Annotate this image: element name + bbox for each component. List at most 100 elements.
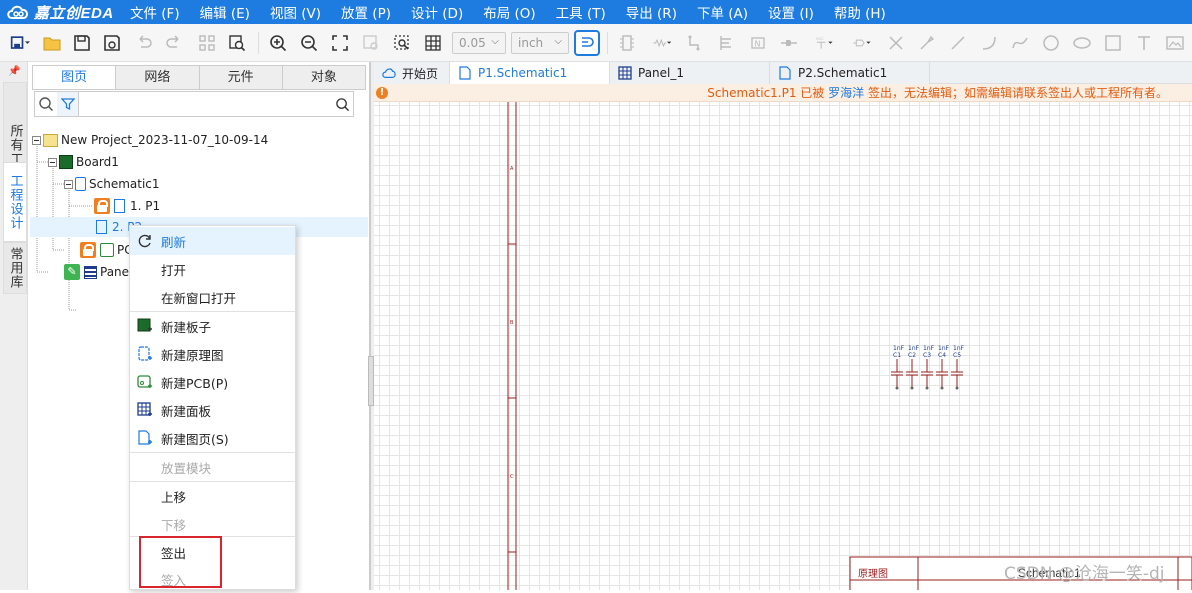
search-submit-icon[interactable] [331,97,353,112]
zoom-in-icon[interactable] [266,31,290,55]
menu-edit[interactable]: 编辑 (E) [200,2,250,22]
tab-common-library[interactable]: 常用库 [3,242,27,294]
circle-icon[interactable] [1039,31,1063,55]
tree-item-project[interactable]: New Project_2023-11-07_10-09-14 [32,129,268,151]
tree-item-board[interactable]: Board1 [48,151,119,173]
tab-nets[interactable]: 网络 [116,66,200,89]
net-flag-dropdown-icon[interactable] [846,31,878,55]
menu-tools[interactable]: 工具 (T) [556,2,606,22]
snap-toggle-icon[interactable] [574,30,600,56]
grid-size-select[interactable]: 0.05 ⌵ [452,32,506,54]
grid-icon[interactable] [421,31,445,55]
pin-icon[interactable]: 📌 [8,66,20,77]
menu-open-new-window[interactable]: 在新窗口打开 [130,283,295,311]
page-1-name: 1. P1 [130,199,161,213]
app-logo: 嘉立创EDA [0,0,122,24]
open-folder-icon[interactable] [40,31,64,55]
menu-layout[interactable]: 布局 (O) [483,2,535,22]
border-letter-c: C [510,474,514,480]
collapse-icon[interactable] [32,135,41,145]
no-connect-icon[interactable] [884,31,908,55]
wire-icon[interactable] [684,31,708,55]
zoom-area-icon[interactable] [390,31,414,55]
save-icon[interactable] [70,31,94,55]
menu-export[interactable]: 导出 (R) [626,2,677,22]
line-icon[interactable] [946,31,970,55]
resistor-dropdown-icon[interactable] [646,31,678,55]
lock-icon [80,242,96,258]
menu-move-down[interactable]: 下移 [130,510,295,538]
net-label-icon[interactable]: N [746,31,770,55]
tab-objects[interactable]: 对象 [283,66,365,89]
menu-place-module[interactable]: 放置模块 [130,453,295,481]
menu-order[interactable]: 下单 (A) [697,2,748,22]
menu-new-pcb[interactable]: 新建PCB(P) [130,368,295,396]
capacitor-c1[interactable]: 1nF C1 [891,345,905,390]
tree-item-page-1[interactable]: 1. P1 [94,195,160,217]
rectangle-icon[interactable] [1101,31,1125,55]
menu-open[interactable]: 打开 [130,255,295,283]
save-as-icon[interactable] [100,31,124,55]
capacitor-c5[interactable]: 1nF C5 [951,345,965,390]
menu-file[interactable]: 文件 (F) [130,2,180,22]
search-input[interactable] [79,93,331,115]
notice-user[interactable]: 罗海洋 [828,86,864,100]
menu-new-panel[interactable]: 新建面板 [130,396,295,424]
tab-pages[interactable]: 图页 [33,66,117,89]
tab-components[interactable]: 元件 [200,66,283,89]
collapse-icon[interactable] [64,179,73,189]
tab-project-design[interactable]: 工程设计 [3,162,27,242]
capacitor-c3[interactable]: 1nF C3 [921,345,935,390]
new-pcb-icon [137,375,152,388]
search-icon[interactable] [35,96,57,112]
checkout-notice: ! Schematic1.P1 已被 罗海洋 签出，无法编辑；如需编辑请联系签出… [374,84,1192,102]
find-icon[interactable] [225,31,249,55]
power-dropdown-icon[interactable]: VCC [808,31,840,55]
collapse-icon[interactable] [48,157,57,167]
text-icon[interactable] [1132,31,1156,55]
menu-view[interactable]: 视图 (V) [270,2,321,22]
menu-place[interactable]: 放置 (P) [341,2,391,22]
menu-settings[interactable]: 设置 (I) [768,2,814,22]
bezier-icon[interactable] [1008,31,1032,55]
chevron-down-icon: ⌵ [491,36,499,47]
menu-new-schematic[interactable]: 新建原理图 [130,340,295,368]
tab-start-page[interactable]: 开始页 [374,62,450,84]
arc-icon[interactable] [977,31,1001,55]
probe-icon[interactable] [915,31,939,55]
tab-p1-schematic[interactable]: P1.Schematic1 [450,62,610,84]
tree-item-schematic[interactable]: Schematic1 [64,173,160,195]
component-ref: C4 [938,352,946,359]
fit-view-icon[interactable] [328,31,352,55]
zoom-selection-icon[interactable] [359,31,383,55]
redo-icon[interactable] [162,31,186,55]
unit-select[interactable]: inch ⌵ [511,32,569,54]
menu-design[interactable]: 设计 (D) [411,2,463,22]
filter-icon[interactable] [57,92,79,116]
tab-p2-schematic[interactable]: P2.Schematic1 [770,62,930,84]
board-name: Board1 [76,155,119,169]
component-value: 1nF [893,345,905,352]
net-port-icon[interactable] [777,31,801,55]
zoom-out-icon[interactable] [297,31,321,55]
bus-icon[interactable] [715,31,739,55]
ellipse-icon[interactable] [1070,31,1094,55]
component-icon[interactable] [615,31,639,55]
schematic-name: Schematic1 [89,177,160,191]
image-icon[interactable] [1163,31,1187,55]
menu-refresh[interactable]: 刷新 [130,227,295,255]
toolbar-separator [607,32,608,54]
menu-place-module-label: 放置模块 [161,460,212,476]
tab-panel-1[interactable]: Panel_1 [610,62,770,84]
select-grid-icon[interactable] [195,31,219,55]
schematic-canvas[interactable]: A B C 1nF C1 1nF C2 1nF C3 1nF C4 1nF C5… [374,102,1192,590]
menu-move-up[interactable]: 上移 [130,482,295,510]
undo-icon[interactable] [132,31,156,55]
new-dropdown-icon[interactable] [5,31,35,55]
capacitor-c2[interactable]: 1nF C2 [906,345,920,390]
border-letter-a: A [510,166,514,172]
capacitor-c4[interactable]: 1nF C4 [936,345,950,390]
menu-help[interactable]: 帮助 (H) [834,2,886,22]
menu-new-page[interactable]: 新建图页(S) [130,424,295,452]
menu-new-board[interactable]: 新建板子 [130,312,295,340]
